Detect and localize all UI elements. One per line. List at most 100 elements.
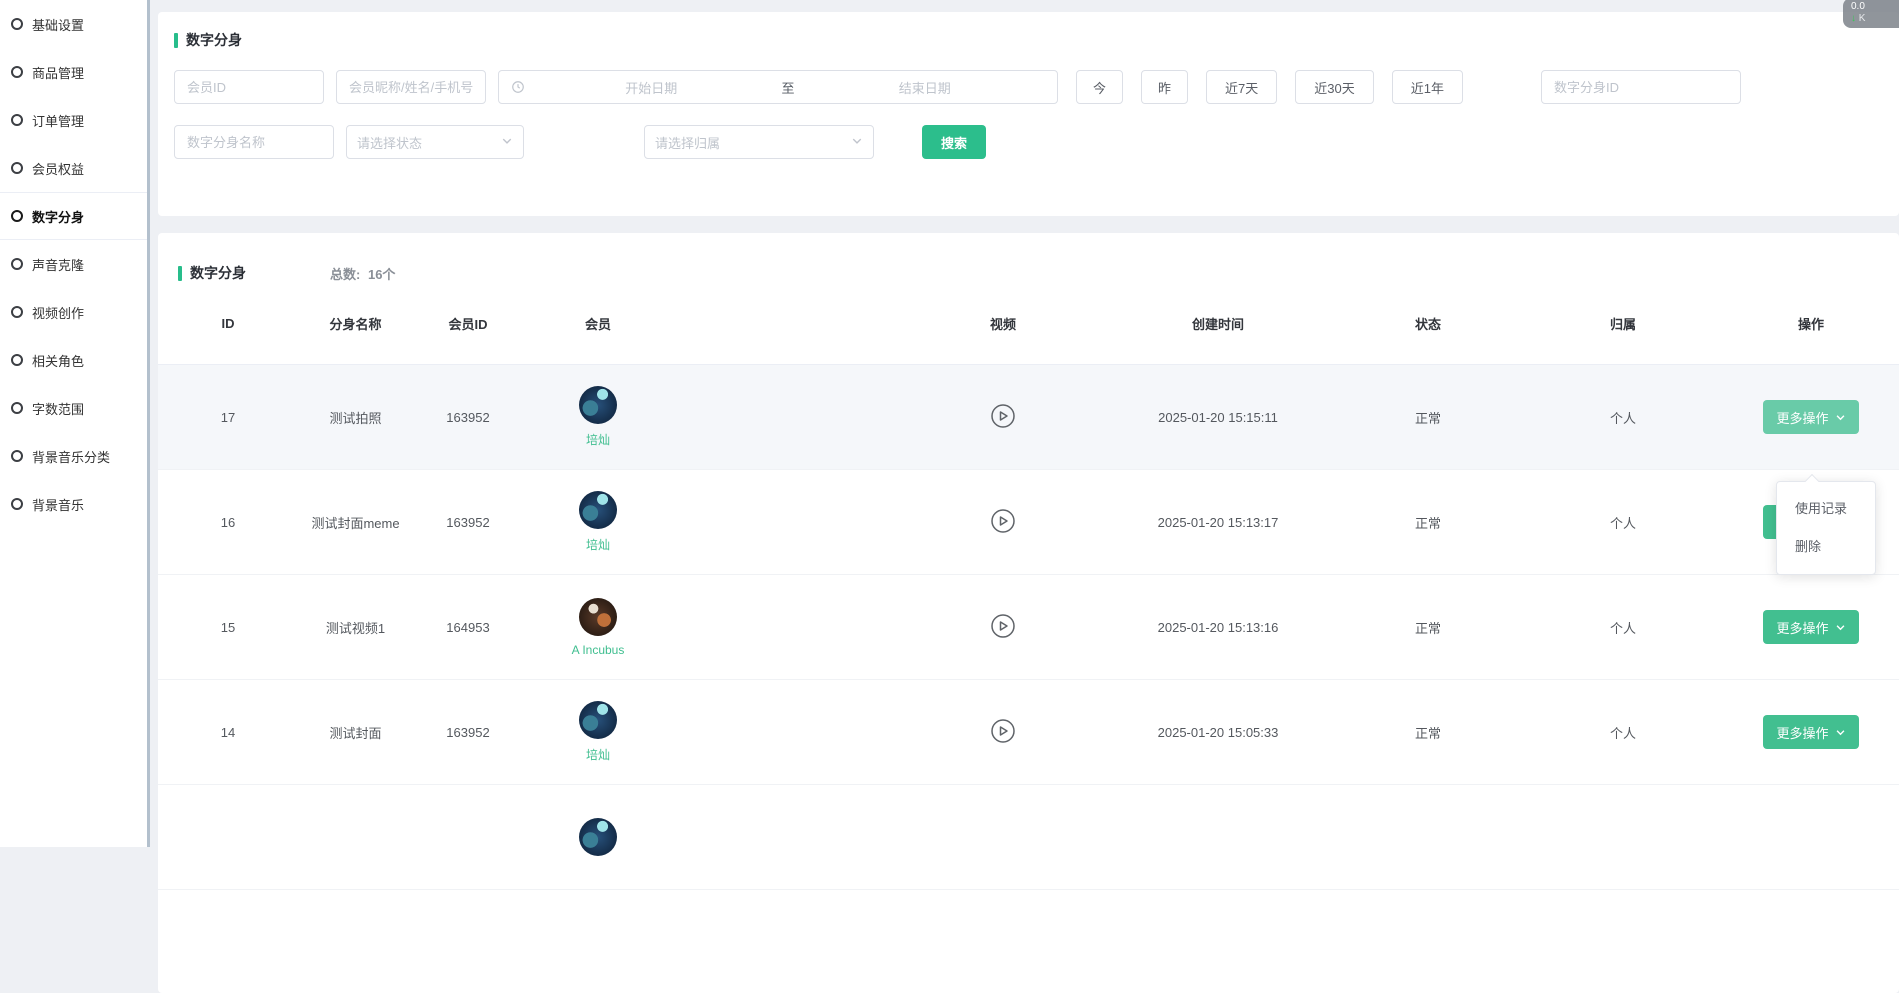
network-speed-unit: K <box>1859 13 1866 24</box>
more-actions-label: 更多操作 <box>1776 618 1828 637</box>
status-select-placeholder: 请选择状态 <box>357 133 422 152</box>
more-actions-dropdown: 使用记录 删除 <box>1776 481 1876 575</box>
sidebar-item-bgm[interactable]: 背景音乐 <box>0 480 147 528</box>
radio-circle-icon <box>11 114 23 126</box>
member-avatar <box>579 598 617 636</box>
member-name-link[interactable]: 培灿 <box>586 746 610 763</box>
cell-avatar-name: 测试拍照 <box>298 408 413 427</box>
member-avatar <box>579 701 617 739</box>
chevron-down-icon <box>1835 727 1846 738</box>
more-actions-button[interactable]: 更多操作 <box>1763 400 1859 434</box>
clock-icon <box>511 80 525 94</box>
cell-actions: 更多操作 <box>1723 610 1899 644</box>
sidebar-item-member-benefits[interactable]: 会员权益 <box>0 144 147 192</box>
table-row: 15 测试视频1 164953 A Incubus 2025-01-20 15:… <box>158 575 1899 680</box>
dropdown-item-delete[interactable]: 删除 <box>1777 528 1875 566</box>
cell-id: 15 <box>158 620 298 635</box>
cell-video <box>903 718 1103 747</box>
cell-member-id: 163952 <box>413 725 523 740</box>
sidebar-item-voice-clone[interactable]: 声音克隆 <box>0 240 147 288</box>
sidebar-item-label: 数字分身 <box>32 207 84 226</box>
quick-range-yesterday-button[interactable]: 昨 <box>1141 70 1188 104</box>
filter-card: 数字分身 开始日期 至 结束日期 今 昨 近7天 近30天 近1年 <box>158 12 1899 216</box>
table-row: 17 测试拍照 163952 培灿 2025-01-20 15:15:11 正常… <box>158 365 1899 470</box>
table-header-row: ID 分身名称 会员ID 会员 视频 创建时间 状态 归属 操作 <box>158 283 1899 365</box>
sidebar-item-label: 基础设置 <box>32 15 84 34</box>
radio-circle-icon <box>11 354 23 366</box>
sidebar-item-word-count-range[interactable]: 字数范围 <box>0 384 147 432</box>
radio-circle-icon <box>11 450 23 462</box>
chevron-down-icon <box>851 135 863 150</box>
total-count: 总数: 16个 <box>330 264 395 283</box>
sidebar-item-basic-settings[interactable]: 基础设置 <box>0 0 147 48</box>
col-header-created: 创建时间 <box>1103 314 1333 333</box>
dropdown-item-usage-log[interactable]: 使用记录 <box>1777 490 1875 528</box>
chevron-down-icon <box>1835 622 1846 633</box>
sidebar-item-digital-avatar[interactable]: 数字分身 <box>0 192 147 240</box>
sidebar-item-product-management[interactable]: 商品管理 <box>0 48 147 96</box>
col-header-id: ID <box>158 316 298 331</box>
download-arrow-icon: ↓ <box>1851 13 1856 24</box>
avatar-id-input[interactable] <box>1541 70 1741 104</box>
cell-avatar-name: 测试视频1 <box>298 618 413 637</box>
cell-video <box>903 403 1103 432</box>
cell-status: 正常 <box>1333 408 1523 427</box>
sidebar-item-related-roles[interactable]: 相关角色 <box>0 336 147 384</box>
radio-circle-icon <box>11 258 23 270</box>
more-actions-label: 更多操作 <box>1776 723 1828 742</box>
date-range-picker[interactable]: 开始日期 至 结束日期 <box>498 70 1058 104</box>
cell-member-id: 163952 <box>413 410 523 425</box>
belong-select[interactable]: 请选择归属 <box>644 125 874 159</box>
sidebar-item-order-management[interactable]: 订单管理 <box>0 96 147 144</box>
table-title: 数字分身 <box>190 263 246 283</box>
sidebar-item-label: 字数范围 <box>32 399 84 418</box>
col-header-video: 视频 <box>903 314 1103 333</box>
cell-video <box>903 508 1103 537</box>
chevron-down-icon <box>501 135 513 150</box>
cell-belong: 个人 <box>1523 408 1723 427</box>
sidebar-item-bgm-category[interactable]: 背景音乐分类 <box>0 432 147 480</box>
sidebar-item-video-creation[interactable]: 视频创作 <box>0 288 147 336</box>
quick-range-7days-button[interactable]: 近7天 <box>1206 70 1277 104</box>
cell-member: A Incubus <box>523 598 673 657</box>
col-header-member: 会员 <box>523 314 673 333</box>
cell-created: 2025-01-20 15:13:16 <box>1103 620 1333 635</box>
cell-member <box>523 818 673 856</box>
radio-circle-icon <box>11 402 23 414</box>
cell-created: 2025-01-20 15:15:11 <box>1103 410 1333 425</box>
table-row: 16 测试封面meme 163952 培灿 2025-01-20 15:13:1… <box>158 470 1899 575</box>
cell-member-id: 164953 <box>413 620 523 635</box>
cell-actions: 更多操作 <box>1723 400 1899 434</box>
search-button[interactable]: 搜索 <box>922 125 986 159</box>
member-nickname-input[interactable] <box>336 70 486 104</box>
avatar-name-input[interactable] <box>174 125 334 159</box>
more-actions-button[interactable]: 更多操作 <box>1763 610 1859 644</box>
quick-range-1year-button[interactable]: 近1年 <box>1392 70 1463 104</box>
sidebar-item-label: 商品管理 <box>32 63 84 82</box>
cell-id: 14 <box>158 725 298 740</box>
cell-id: 16 <box>158 515 298 530</box>
cell-status: 正常 <box>1333 513 1523 532</box>
quick-range-today-button[interactable]: 今 <box>1076 70 1123 104</box>
cell-status: 正常 <box>1333 618 1523 637</box>
sidebar-item-label: 相关角色 <box>32 351 84 370</box>
cell-avatar-name: 测试封面meme <box>298 513 413 532</box>
radio-circle-icon <box>11 498 23 510</box>
member-id-input[interactable] <box>174 70 324 104</box>
sidebar-item-label: 订单管理 <box>32 111 84 130</box>
member-name-link[interactable]: 培灿 <box>586 431 610 448</box>
play-video-icon[interactable] <box>990 613 1016 639</box>
table-card: 数字分身 总数: 16个 ID 分身名称 会员ID 会员 视频 创建时间 状态 … <box>158 233 1899 993</box>
play-video-icon[interactable] <box>990 403 1016 429</box>
member-name-link[interactable]: A Incubus <box>572 643 625 657</box>
more-actions-button[interactable]: 更多操作 <box>1763 715 1859 749</box>
table-row-partial <box>158 785 1899 890</box>
filter-section-title: 数字分身 <box>174 12 1883 50</box>
cell-belong: 个人 <box>1523 513 1723 532</box>
member-name-link[interactable]: 培灿 <box>586 536 610 553</box>
cell-member-id: 163952 <box>413 515 523 530</box>
play-video-icon[interactable] <box>990 508 1016 534</box>
play-video-icon[interactable] <box>990 718 1016 744</box>
status-select[interactable]: 请选择状态 <box>346 125 524 159</box>
quick-range-30days-button[interactable]: 近30天 <box>1295 70 1373 104</box>
